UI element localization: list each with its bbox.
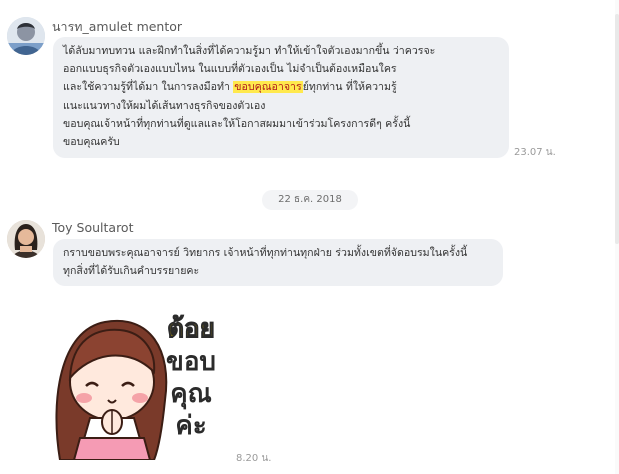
message-bubble[interactable]: ได้ลับมาทบทวน และฝึกทำในสิ่งที่ได้ความรู…: [53, 37, 509, 158]
date-divider: 22 ธ.ค. 2018: [262, 190, 358, 210]
sender-name[interactable]: นารท_amulet mentor: [52, 17, 182, 37]
message-line: กราบขอบพระคุณอาจารย์ วิทยากร เจ้าหน้าที่…: [63, 247, 468, 259]
sticker-line-text: ค่ะ: [175, 411, 207, 441]
message-line: ขอบคุณครับ: [63, 136, 120, 149]
sender-name[interactable]: Toy Soultarot: [52, 220, 133, 235]
message-line: ทุกสิ่งที่ได้รับเกินคำบรรยายคะ: [63, 265, 200, 278]
message-timestamp: 8.20 น.: [236, 453, 272, 464]
avatar-portrait-icon: [7, 220, 45, 258]
message-line: ออกแบบธุรกิจตัวเองแบบไหน ในแบบที่ตัวเองเ…: [63, 63, 397, 76]
message-bubble[interactable]: กราบขอบพระคุณอาจารย์ วิทยากร เจ้าหน้าที่…: [53, 239, 503, 286]
message-line: แนะแนวทางให้ผมได้เส้นทางธุรกิจของตัวเอง: [63, 99, 266, 112]
avatar[interactable]: [7, 220, 45, 258]
message-text: และใช้ความรู้ที่ได้มา ในการลงมือทำ: [63, 81, 234, 94]
message-text: ย์ทุกท่าน ที่ให้ความรู้: [302, 81, 397, 94]
sticker-line-text: ขอบ: [166, 347, 216, 377]
message-line: ขอบคุณเจ้าหน้าที่ทุกท่านที่ดูแลและให้โอก…: [63, 117, 411, 130]
sticker-name-text: ต้อย: [167, 314, 216, 345]
scrollbar-thumb[interactable]: [615, 14, 619, 244]
message-line: และใช้ความรู้ที่ได้มา ในการลงมือทำ ขอบคุ…: [63, 78, 509, 96]
highlighted-text: ขอบคุณอาจาร: [233, 81, 303, 94]
sticker-text: ต้อย ขอบ คุณ ค่ะ: [156, 312, 226, 442]
message-timestamp: 23.07 น.: [514, 147, 556, 158]
avatar[interactable]: [7, 17, 45, 55]
avatar-portrait-icon: [7, 17, 45, 55]
sticker-line-text: คุณ: [170, 379, 212, 409]
message-line: ได้ลับมาทบทวน และฝึกทำในสิ่งที่ได้ความรู…: [63, 45, 436, 57]
